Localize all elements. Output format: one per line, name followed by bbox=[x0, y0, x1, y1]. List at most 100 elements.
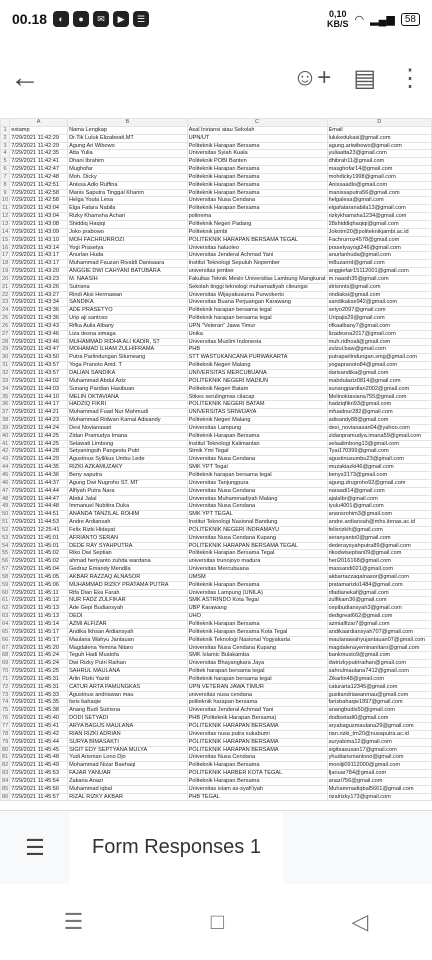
table-cell[interactable]: yhudiarismanlono@gmail.com bbox=[326, 753, 432, 763]
table-cell[interactable]: muzakiazki46@gmail.com bbox=[326, 463, 432, 472]
table-cell[interactable]: zulzul.baw@gmail.com bbox=[326, 345, 432, 355]
table-cell[interactable]: 7/29/2021 11:44:35 bbox=[9, 463, 69, 472]
table-cell[interactable]: 7/29/2021 11:43:43 bbox=[9, 321, 69, 331]
table-cell[interactable]: 7/29/2021 11:45:04 bbox=[9, 565, 69, 574]
table-cell[interactable]: 7/29/2021 11:44:37 bbox=[9, 478, 69, 488]
table-cell[interactable]: 7/29/2021 11:45:57 bbox=[9, 792, 69, 802]
table-cell[interactable]: 7/29/2021 11:42:41 bbox=[9, 157, 69, 167]
spreadsheet-grid[interactable]: A B C D 1 estamp Nama Lengkap Asal Insta… bbox=[0, 118, 432, 810]
table-cell[interactable]: RIAN RIZKI ADRIAN bbox=[67, 729, 188, 739]
table-cell[interactable]: dhibrah11@gmail.com bbox=[326, 157, 432, 167]
table-cell[interactable]: 7/29/2021 11:45:35 bbox=[9, 698, 69, 708]
table-cell[interactable]: Muhammad Ridwan Kamal Adisandy bbox=[67, 416, 188, 425]
table-cell[interactable]: rifkaalbany7@gmail.com bbox=[326, 321, 432, 331]
table-cell[interactable]: setyo2097@gmail.com bbox=[326, 306, 432, 316]
table-cell[interactable]: 7/29/2021 11:44:48 bbox=[9, 502, 69, 512]
table-cell[interactable]: Fakultas Teknik Mesin Universitas Lambun… bbox=[186, 274, 328, 284]
table-cell[interactable]: hadziqfikri93@gmail.com bbox=[326, 400, 432, 410]
table-cell[interactable]: 7/29/2021 11:45:53 bbox=[9, 769, 69, 778]
table-cell[interactable]: Anissaadlo@gmail.com bbox=[326, 180, 432, 190]
table-cell[interactable]: darisandika@gmail.com bbox=[326, 369, 432, 378]
table-cell[interactable]: Tyai170399@gmail.com bbox=[326, 447, 432, 457]
table-cell[interactable]: Muhammad Abdul Aziz bbox=[67, 376, 188, 386]
table-cell[interactable]: Yoga Pranoto Amd. T bbox=[67, 361, 188, 370]
table-cell[interactable]: Institut Teknologi Kalimantan bbox=[186, 439, 328, 449]
table-cell[interactable]: Andre Ardiansah bbox=[67, 518, 188, 527]
table-cell[interactable]: Uripajis29@gmail.com bbox=[326, 314, 432, 323]
table-cell[interactable]: SAHRUL MAULANA bbox=[67, 667, 188, 676]
table-cell[interactable]: 7/29/2021 11:42:51 bbox=[9, 180, 69, 190]
table-cell[interactable]: 7/29/2021 11:44:02 bbox=[9, 376, 69, 386]
table-cell[interactable]: Universitas Nusa Cendana bbox=[186, 486, 328, 496]
table-cell[interactable]: putraparlindungan.smg@gmail.com bbox=[326, 353, 432, 363]
table-cell[interactable]: Shiddiq Haqiqi bbox=[67, 219, 188, 229]
table-cell[interactable]: Politeknik Harapan Bersama bbox=[186, 580, 328, 590]
table-cell[interactable]: helgalesa@gmail.com bbox=[326, 196, 432, 206]
table-cell[interactable]: 7/29/2021 11:45:02 bbox=[9, 557, 69, 567]
table-cell[interactable]: Maulana Wahyu Jantauan bbox=[67, 635, 188, 645]
table-cell[interactable]: POLITEKNIK HARAPAN BERSAMA bbox=[186, 737, 328, 747]
table-cell[interactable]: 7/29/2021 11:43:04 bbox=[9, 212, 69, 221]
table-cell[interactable]: RIZKI AZKAMUZAKY bbox=[67, 463, 188, 472]
header-cell[interactable]: estamp bbox=[9, 125, 69, 135]
table-cell[interactable]: Ade Gepi Budiansyah bbox=[67, 604, 188, 614]
table-cell[interactable]: 7/29/2021 11:45:06 bbox=[9, 580, 69, 590]
table-cell[interactable]: Politeknik Harapan Bersama bbox=[186, 180, 328, 190]
table-cell[interactable]: selaalimbong13@gmail.com bbox=[326, 439, 432, 449]
table-cell[interactable]: AKBAR RAZZAQ ALNASOR bbox=[67, 572, 188, 582]
table-cell[interactable]: HADZIQ FIKRI bbox=[67, 400, 188, 410]
table-cell[interactable]: SMK Islamic Bulakamba bbox=[186, 651, 328, 661]
table-cell[interactable]: 7/29/2021 11:44:28 bbox=[9, 447, 69, 457]
comment-icon[interactable]: ▤ bbox=[353, 64, 376, 93]
table-cell[interactable]: Putra Parlindungan Situmeang bbox=[67, 353, 188, 363]
table-cell[interactable]: ANANDA TANZILAL ROHIM bbox=[67, 510, 188, 520]
table-cell[interactable]: anansrohim3@gmail.com bbox=[326, 510, 432, 520]
table-cell[interactable]: andre.ardiansah@mhs.itenas.ac.id bbox=[326, 518, 432, 527]
table-cell[interactable]: gustiandriawanmau@gmail.com bbox=[326, 690, 432, 700]
table-cell[interactable]: 7/29/2021 11:45:40 bbox=[9, 714, 69, 723]
table-cell[interactable]: Universitas Jenderal Achmad Yani bbox=[186, 706, 328, 716]
table-cell[interactable]: pratamarizki1484@gmail.com bbox=[326, 580, 432, 590]
table-cell[interactable]: 7/29/2021 11:44:24 bbox=[9, 423, 69, 433]
table-cell[interactable]: m8uzanrd@gmail.com bbox=[326, 259, 432, 269]
table-cell[interactable]: agung.drugroho92@gmail.com bbox=[326, 478, 432, 488]
table-cell[interactable]: zidanpramudya.imana59@gmail.com bbox=[326, 431, 432, 441]
table-cell[interactable]: azmialfizar7@gmail.com bbox=[326, 620, 432, 629]
table-cell[interactable]: farisbahaqie1897@gmail.com bbox=[326, 698, 432, 708]
table-cell[interactable]: Manis Saputra Tinggal Kharim bbox=[67, 188, 188, 198]
table-cell[interactable]: 7/29/2021 11:42:58 bbox=[9, 188, 69, 198]
table-cell[interactable]: yuliaatta23@gmail.com bbox=[326, 149, 432, 159]
table-cell[interactable]: 7/29/2021 11:45:38 bbox=[9, 706, 69, 716]
table-cell[interactable]: MOH FACHRURROZI bbox=[67, 235, 188, 245]
column-letter[interactable]: B bbox=[67, 118, 188, 127]
table-cell[interactable]: Stikes serulingmas cilacap bbox=[186, 392, 328, 402]
table-cell[interactable]: Dr.Tik Luluk Elizabeati,MT bbox=[67, 133, 188, 143]
table-cell[interactable]: Universitas Mercubuana bbox=[186, 565, 328, 574]
table-cell[interactable]: 7/29/2021 11:43:23 bbox=[9, 274, 69, 284]
table-cell[interactable]: prasetyayogi246@gmail.com bbox=[326, 243, 432, 253]
table-cell[interactable]: POLITEKNIK HARAPAN BERSAMA bbox=[186, 721, 328, 731]
table-cell[interactable]: Universitas Wijayakusuma Purwokerto bbox=[186, 290, 328, 300]
table-cell[interactable]: STT WASTUKANCANA PURWAKARTA bbox=[186, 353, 328, 363]
table-cell[interactable]: massandi021@gmail.com bbox=[326, 565, 432, 574]
table-cell[interactable]: POLITEKNIK NEGERI MADIUN bbox=[186, 376, 328, 386]
table-cell[interactable]: Yogi Prasetya bbox=[67, 243, 188, 253]
table-cell[interactable]: Politeknik harapan bersama tegal bbox=[186, 674, 328, 684]
table-cell[interactable]: 7/29/2021 11:43:46 bbox=[9, 329, 69, 339]
table-cell[interactable]: AZMI ALFIZAR bbox=[67, 620, 188, 629]
table-cell[interactable]: Politeknik Harapan Bersama bbox=[186, 776, 328, 786]
table-cell[interactable]: lizadesna2017@gmail.com bbox=[326, 329, 432, 339]
table-cell[interactable]: faris bahaqie bbox=[67, 698, 188, 708]
table-cell[interactable]: MELIN OKTAVIANA bbox=[67, 392, 188, 402]
table-cell[interactable]: 7/29/2021 11:43:57 bbox=[9, 369, 69, 378]
table-cell[interactable]: 7/29/2021 11:45:33 bbox=[9, 690, 69, 700]
table-cell[interactable]: Fachrurroz4578@gmail.com bbox=[326, 235, 432, 245]
table-cell[interactable]: strisnnts@gmail.com bbox=[326, 282, 432, 292]
table-cell[interactable]: ARYA BAGUS MAULANA bbox=[67, 721, 188, 731]
table-cell[interactable]: Stmik Ymi Tegal bbox=[186, 447, 328, 457]
table-cell[interactable]: Sekolah tinggi teknologi muhamadiyah cil… bbox=[186, 282, 328, 292]
table-cell[interactable]: 7/29/2021 11:45:05 bbox=[9, 572, 69, 582]
table-cell[interactable]: muh.ridhoali@gmail.com bbox=[326, 337, 432, 347]
table-cell[interactable]: desi_novianasari04@yahoo.com bbox=[326, 423, 432, 433]
table-cell[interactable]: Zidan Pramudya Imana bbox=[67, 431, 188, 441]
